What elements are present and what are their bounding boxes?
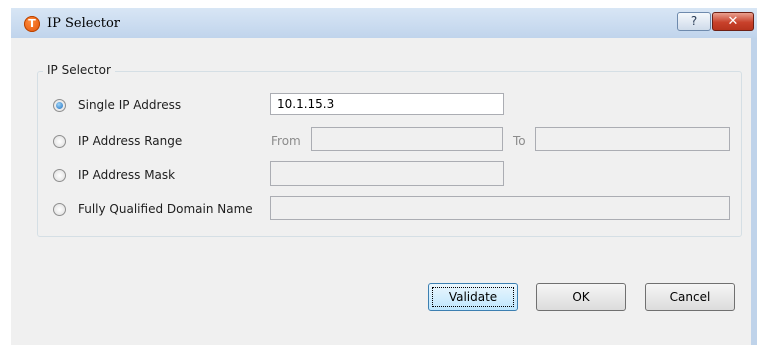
focus-ring: [432, 287, 514, 307]
help-button[interactable]: ?: [677, 12, 711, 31]
ip-mask-label: IP Address Mask: [78, 168, 176, 182]
fqdn-option[interactable]: Fully Qualified Domain Name: [53, 201, 253, 217]
single-ip-radio[interactable]: [53, 98, 66, 112]
single-ip-input[interactable]: [270, 93, 504, 115]
ip-mask-input[interactable]: [270, 161, 504, 186]
ip-range-label: IP Address Range: [78, 134, 183, 148]
question-mark-icon: ?: [690, 14, 698, 28]
range-from-label: From: [271, 134, 301, 148]
validate-button[interactable]: Validate: [428, 283, 518, 311]
cancel-button-label: Cancel: [669, 290, 711, 304]
ok-button[interactable]: OK: [536, 283, 626, 311]
app-logo-icon: T: [24, 16, 40, 32]
fqdn-radio[interactable]: [53, 202, 66, 216]
close-icon: ✕: [727, 14, 739, 29]
range-to-input[interactable]: [535, 127, 730, 151]
range-from-input[interactable]: [311, 127, 503, 151]
fqdn-input[interactable]: [270, 196, 730, 220]
ip-range-option[interactable]: IP Address Range: [53, 133, 182, 149]
ok-button-label: OK: [572, 290, 590, 304]
window-title: IP Selector: [47, 16, 121, 31]
ip-mask-option[interactable]: IP Address Mask: [53, 167, 175, 183]
fqdn-label: Fully Qualified Domain Name: [78, 202, 253, 216]
single-ip-label: Single IP Address: [78, 98, 182, 112]
groupbox-title: IP Selector: [43, 63, 115, 77]
range-to-label: To: [513, 134, 526, 148]
ip-range-radio[interactable]: [53, 134, 66, 148]
close-button[interactable]: ✕: [712, 12, 754, 31]
title-bar: T IP Selector ? ✕: [11, 8, 757, 38]
single-ip-option[interactable]: Single IP Address: [53, 97, 181, 113]
ip-mask-radio[interactable]: [53, 168, 66, 182]
cancel-button[interactable]: Cancel: [645, 283, 735, 311]
